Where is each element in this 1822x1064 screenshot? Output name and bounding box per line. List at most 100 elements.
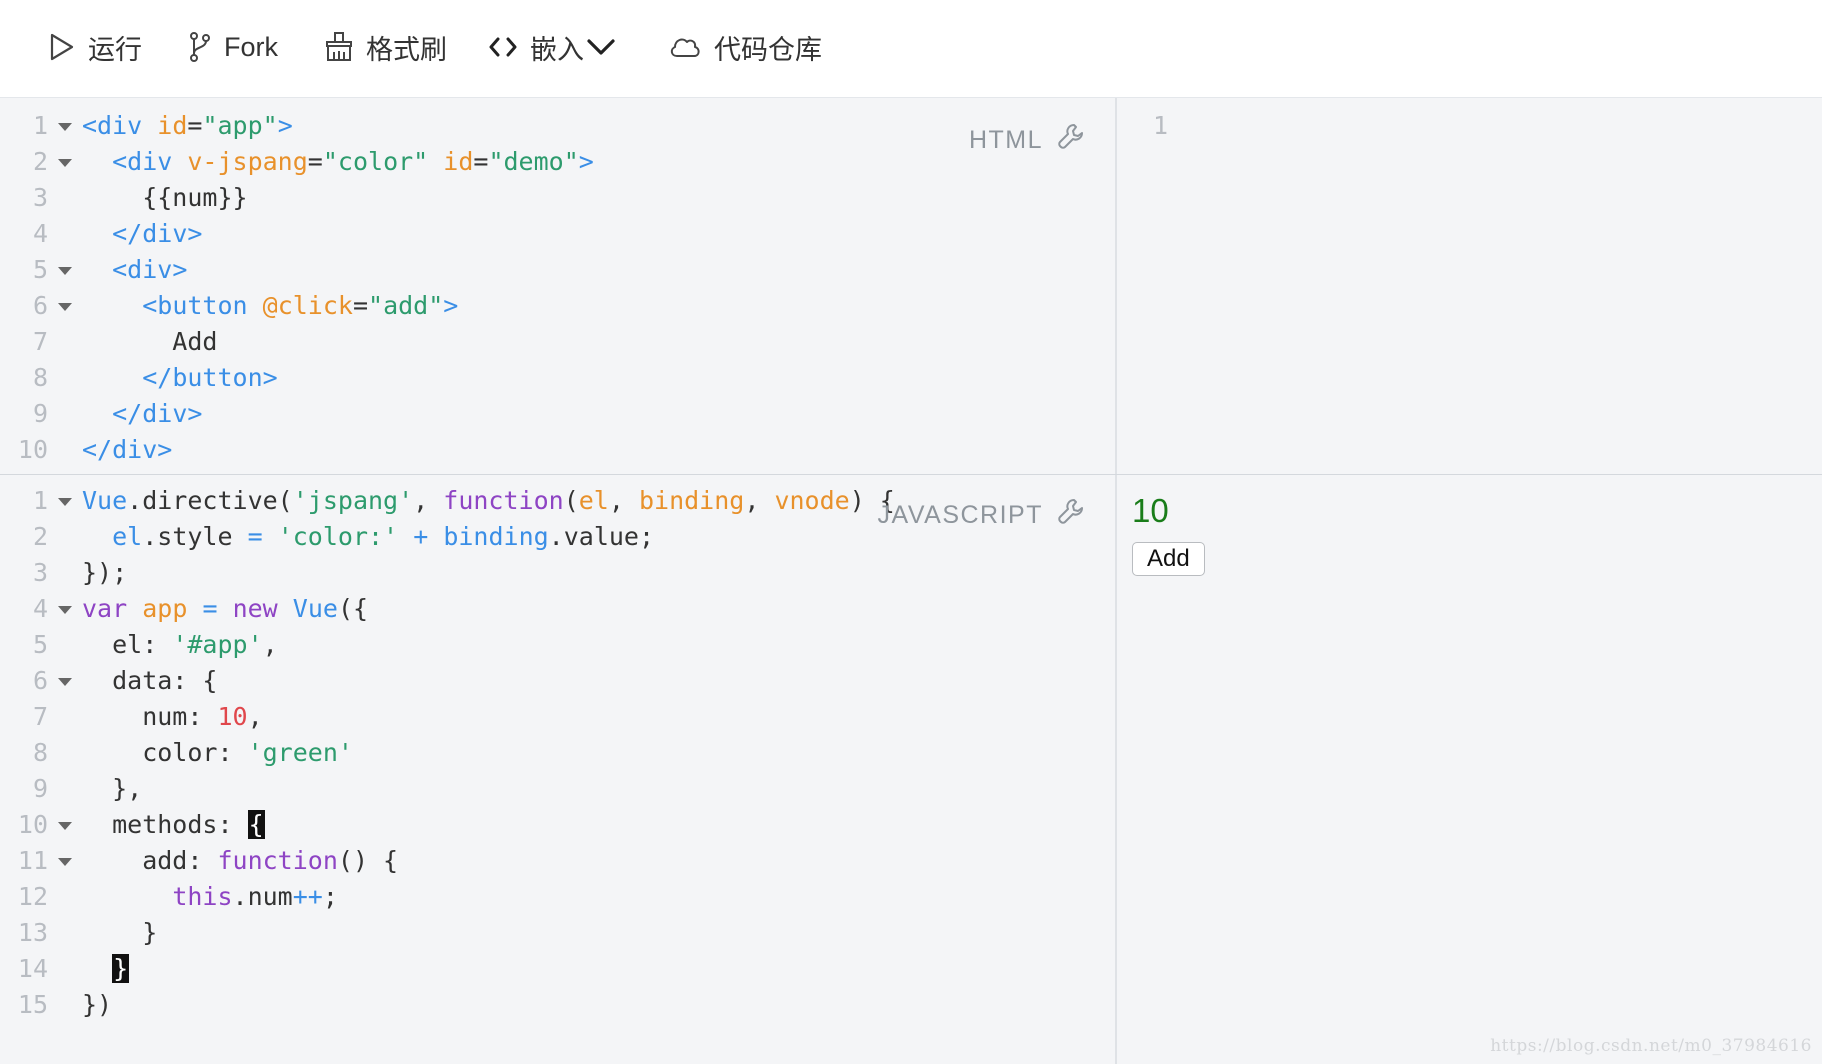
code-token: }) bbox=[82, 990, 113, 1019]
code-token: binding bbox=[638, 486, 745, 515]
css-editor-pane[interactable]: 1 bbox=[1117, 98, 1822, 474]
code-token: .directive( bbox=[127, 486, 293, 515]
vertical-divider[interactable] bbox=[1115, 98, 1117, 1064]
code-token: function bbox=[443, 486, 564, 515]
embed-button[interactable]: 嵌入 bbox=[488, 24, 616, 70]
code-token: id bbox=[443, 147, 474, 176]
javascript-editor-pane[interactable]: 1 Vue.directive('jspang', function(el, bi… bbox=[0, 475, 1115, 1064]
code-token: id bbox=[157, 111, 188, 140]
line-number: 6 bbox=[32, 291, 48, 320]
fold-arrow-icon[interactable] bbox=[58, 858, 72, 866]
code-text: data: { bbox=[82, 663, 217, 699]
code-token: new bbox=[232, 594, 293, 623]
code-token: {{num}} bbox=[82, 183, 248, 212]
code-token: binding bbox=[443, 522, 549, 551]
code-token: } bbox=[112, 954, 130, 983]
code-token: , bbox=[247, 702, 263, 731]
line-number: 1 bbox=[32, 111, 48, 140]
line-number: 8 bbox=[32, 363, 48, 392]
wrench-icon[interactable] bbox=[1057, 122, 1085, 150]
code-token: function bbox=[217, 846, 338, 875]
run-button[interactable]: 运行 bbox=[48, 24, 142, 70]
code-text: </div> bbox=[82, 432, 172, 468]
code-token: vnode bbox=[774, 486, 850, 515]
code-token: el: bbox=[82, 630, 173, 659]
line-number: 5 bbox=[32, 630, 48, 659]
format-brush-label: 格式刷 bbox=[366, 34, 447, 65]
fork-button[interactable]: Fork bbox=[188, 24, 278, 70]
code-token: 'jspang' bbox=[292, 486, 414, 515]
fold-arrow-icon[interactable] bbox=[58, 303, 72, 311]
code-token: + bbox=[413, 522, 429, 551]
play-icon bbox=[50, 33, 74, 61]
add-button[interactable]: Add bbox=[1132, 542, 1205, 576]
code-token: Vue bbox=[292, 594, 338, 623]
fold-arrow-icon[interactable] bbox=[58, 606, 72, 614]
code-text: }, bbox=[82, 771, 142, 807]
fold-arrow-icon[interactable] bbox=[58, 822, 72, 830]
fold-arrow-icon[interactable] bbox=[58, 123, 72, 131]
code-token: } bbox=[82, 918, 158, 947]
code-token: <div> bbox=[112, 255, 188, 284]
code-token: 'green' bbox=[247, 738, 353, 767]
code-token: add: bbox=[82, 846, 218, 875]
line-number: 7 bbox=[32, 702, 48, 731]
fold-arrow-icon[interactable] bbox=[58, 678, 72, 686]
code-token: ; bbox=[322, 882, 338, 911]
format-brush-icon bbox=[326, 32, 352, 61]
code-text: var app = new Vue({ bbox=[82, 591, 368, 627]
code-token: () { bbox=[337, 846, 399, 875]
line-number: 11 bbox=[17, 846, 48, 875]
result-preview-pane: 10 Add https://blog.csdn.net/m0_37984616 bbox=[1117, 475, 1822, 1064]
horizontal-divider[interactable] bbox=[0, 474, 1822, 475]
html-editor-pane[interactable]: 1 <div id="app"> 2 <div v-jspang="color" i… bbox=[0, 98, 1115, 474]
code-token: ( bbox=[563, 486, 579, 515]
wrench-icon[interactable] bbox=[1057, 497, 1085, 525]
code-token: methods: bbox=[82, 810, 248, 839]
fold-arrow-icon[interactable] bbox=[58, 159, 72, 167]
line-number: 4 bbox=[32, 219, 48, 248]
code-repo-label: 代码仓库 bbox=[714, 34, 822, 65]
code-text: }); bbox=[82, 555, 127, 591]
code-token: num: bbox=[82, 702, 218, 731]
code-text: <button @click="add"> bbox=[82, 288, 458, 324]
line-number: 1 bbox=[1153, 111, 1169, 140]
code-text: Vue.directive('jspang', function(el, bin… bbox=[82, 483, 895, 519]
code-text: <div> bbox=[82, 252, 187, 288]
code-token: <div bbox=[112, 147, 188, 176]
code-token: > bbox=[578, 147, 594, 176]
embed-label: 嵌入 bbox=[530, 34, 584, 65]
code-text: } bbox=[82, 915, 157, 951]
code-token: { bbox=[247, 810, 265, 839]
code-token: .style bbox=[142, 522, 248, 551]
chevron-down-icon bbox=[587, 39, 615, 55]
html-pane-label: HTML bbox=[968, 126, 1043, 154]
code-text: color: 'green' bbox=[82, 735, 353, 771]
fold-arrow-icon[interactable] bbox=[58, 498, 72, 506]
fork-icon bbox=[190, 32, 210, 62]
code-token: </div> bbox=[112, 219, 203, 248]
code-token: = bbox=[307, 147, 323, 176]
line-number: 9 bbox=[32, 774, 48, 803]
fold-arrow-icon[interactable] bbox=[58, 267, 72, 275]
code-token: <div bbox=[82, 111, 158, 140]
line-number: 14 bbox=[17, 954, 48, 983]
line-number: 2 bbox=[32, 522, 48, 551]
javascript-pane-label: JAVASCRIPT bbox=[877, 501, 1043, 529]
code-text: } bbox=[82, 951, 130, 987]
code-repo-button[interactable]: 代码仓库 bbox=[668, 24, 822, 70]
code-token: , bbox=[744, 486, 775, 515]
format-brush-button[interactable]: 格式刷 bbox=[324, 24, 447, 70]
code-text: methods: { bbox=[82, 807, 265, 843]
code-token: .num bbox=[232, 882, 293, 911]
